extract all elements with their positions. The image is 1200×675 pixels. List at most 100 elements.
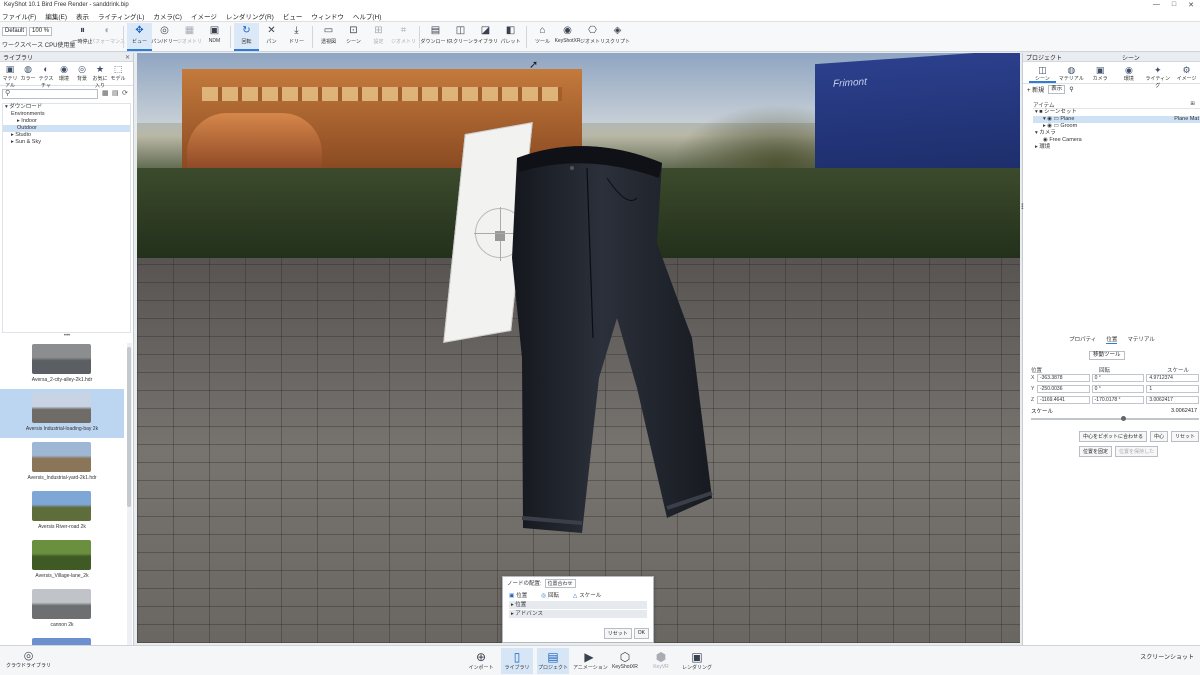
toolbar-button-3[interactable]: ◎ パン/ドリー (151, 23, 178, 51)
menu-render[interactable]: レンダリング(R) (226, 11, 274, 21)
close-icon[interactable]: ✕ (125, 54, 130, 61)
dialog-option-2[interactable]: △ スケール (573, 591, 601, 599)
library-tab-0[interactable]: ▣ マテリアル (1, 64, 19, 89)
library-tab-5[interactable]: ★ お気に入り (91, 64, 109, 89)
menu-window[interactable]: ウィンドウ (311, 11, 344, 21)
transform-field[interactable]: 0 ° (1091, 384, 1145, 393)
panel-resize-handle[interactable]: ••• (1018, 203, 1024, 209)
tree-item[interactable]: ▸ Indoor (3, 118, 130, 125)
columns-icon[interactable]: ⊞ (1190, 101, 1195, 108)
toolbar-button-20[interactable]: ◈ スクリプト (605, 23, 630, 51)
panel-splitter[interactable]: ••• (0, 333, 134, 339)
transform-field[interactable]: 4.9712374 (1146, 373, 1199, 382)
toolbar-button-19[interactable]: ⎔ ジオメトリ (580, 23, 605, 51)
center-button[interactable]: 中心 (1150, 431, 1169, 442)
transform-field[interactable]: 0 ° (1091, 373, 1145, 382)
transform-field[interactable]: -1169.4641 (1036, 395, 1090, 404)
menu-help[interactable]: ヘルプ(H) (353, 11, 382, 21)
dialog-section-advanced[interactable]: ▸ アドバンス (509, 610, 647, 618)
transform-field[interactable]: -170.0178 ° (1091, 395, 1145, 404)
environment-thumbnail[interactable]: Aversa_2-city-alley-2k1.hdr (0, 340, 124, 389)
uniform-scale-value[interactable]: 3.0062417 (1171, 408, 1197, 414)
render-viewport[interactable]: Frimont ノードの配置: 位置合わせ ▣ 位置 ◎ 回転 △ スケール ▸ 位置 ▸… (137, 53, 1020, 643)
environment-thumbnail[interactable]: Aversis Industrial-loading-bay 2k (0, 389, 124, 438)
zoom-select[interactable]: 100 % (29, 27, 53, 36)
tree-item[interactable]: ▸ Studio (3, 132, 130, 139)
list-view-icon[interactable]: ▤ (112, 89, 119, 97)
toolbar-button-8[interactable]: ⤓ ドリー (284, 23, 309, 51)
ribbon-button-3[interactable]: ▶ アニメーション (573, 648, 608, 674)
keep-position-button[interactable]: 位置を保持した (1115, 446, 1159, 457)
menu-viewmode[interactable]: ビュー (283, 11, 303, 21)
scene-tree-item[interactable]: ▸ 環境 (1033, 144, 1200, 151)
library-tab-6[interactable]: ⬚ モデル (109, 64, 127, 85)
toolbar-button-13[interactable]: ▤ ダウンロード (421, 23, 451, 51)
lock-position-button[interactable]: 位置を固定 (1079, 446, 1113, 457)
grid-view-icon[interactable]: ▦ (102, 89, 109, 97)
transform-field[interactable]: -363.3878 (1036, 373, 1090, 382)
menu-camera[interactable]: カメラ(C) (153, 11, 182, 21)
library-tab-3[interactable]: ◉ 環境 (55, 64, 73, 85)
scene-tree-item[interactable]: ◉ Free Camera (1033, 137, 1200, 144)
menu-image[interactable]: イメージ (191, 11, 217, 21)
move-tool-button[interactable]: 移動ツール (1089, 351, 1125, 360)
workspace-select[interactable]: Default (2, 27, 28, 36)
properties-subtab-2[interactable]: マテリアル (1127, 335, 1154, 343)
ribbon-button-6[interactable]: ▣ レンダリング (681, 648, 713, 674)
project-tab-4[interactable]: ✦ ライティング (1144, 65, 1171, 89)
thumbnail-scrollbar[interactable] (127, 343, 132, 675)
toolbar-button-5[interactable]: ▣ NDM (202, 23, 227, 51)
environment-thumbnail[interactable]: Aversis_Industrial-yard-2k1.hdr (0, 438, 124, 487)
environment-thumbnail[interactable]: cannon 2k (0, 585, 124, 634)
dialog-ok-button[interactable]: OK (633, 628, 649, 639)
menu-view[interactable]: 表示 (76, 11, 89, 21)
toolbar-button-17[interactable]: ⌂ ツール (530, 23, 555, 51)
toolbar-button-1[interactable]: ◐ パフォーマンス (90, 23, 125, 51)
toolbar-button-0[interactable]: ⏸ 一時停止 (70, 23, 95, 51)
dialog-option-0[interactable]: ▣ 位置 (509, 591, 527, 599)
toolbar-button-7[interactable]: ✕ パン (259, 23, 284, 51)
toolbar-button-16[interactable]: ◧ パレット (498, 23, 523, 51)
toolbar-button-18[interactable]: ◉ KeyShotXR (555, 23, 581, 51)
dialog-mode-select[interactable]: 位置合わせ (544, 578, 576, 588)
close-button[interactable]: ✕ (1188, 1, 1194, 9)
center-pivot-button[interactable]: 中心をピボットに合わせる (1079, 431, 1148, 442)
add-item-button[interactable]: + 新規 (1027, 85, 1044, 94)
environment-thumbnail[interactable]: Aversis River-road 2k (0, 487, 124, 536)
ribbon-button-1[interactable]: ▯ ライブラリ (501, 648, 533, 674)
toolbar-button-15[interactable]: ◪ ライブラリ (473, 23, 498, 51)
toolbar-button-11[interactable]: ⊞ 設定 (366, 23, 391, 51)
project-tab-1[interactable]: ◍ マテリアル (1058, 65, 1085, 83)
transform-field[interactable]: -250.0036 (1036, 384, 1090, 393)
menu-file[interactable]: ファイル(F) (2, 11, 36, 21)
tree-item[interactable]: ▸ Sun & Sky (3, 139, 130, 146)
properties-subtab-0[interactable]: プロパティ (1069, 335, 1096, 343)
toolbar-button-14[interactable]: ◫ スクリーン (448, 23, 473, 51)
toolbar-button-6[interactable]: ↻ 回転 (234, 23, 259, 51)
properties-subtab-1[interactable]: 位置 (1106, 335, 1118, 344)
scene-tree-item[interactable]: ▸ ◉ ▭ Groom (1033, 123, 1200, 130)
display-select[interactable]: 表示 (1048, 84, 1066, 94)
project-tab-3[interactable]: ◉ 環境 (1115, 65, 1142, 83)
project-tab-5[interactable]: ⚙ イメージ (1173, 65, 1200, 83)
cloud-library-button[interactable]: ◎ クラウドライブラリ (6, 650, 51, 669)
search-icon[interactable]: ⚲ (1069, 86, 1073, 93)
scene-tree-item[interactable]: ▾ ◉ ▭ Plane Plane Mat (1033, 116, 1200, 123)
reset-button[interactable]: リセット (1171, 431, 1200, 442)
ribbon-button-4[interactable]: ⬡ KeyShotXR (609, 648, 641, 674)
tree-item[interactable]: ▾ ダウンロード (3, 104, 130, 111)
scale-slider[interactable] (1031, 416, 1199, 421)
tree-item[interactable]: Environments (3, 111, 130, 118)
project-tab-2[interactable]: ▣ カメラ (1087, 65, 1114, 83)
dialog-section-position[interactable]: ▸ 位置 (509, 601, 647, 609)
ribbon-button-2[interactable]: ▤ プロジェクト (537, 648, 569, 674)
dialog-option-1[interactable]: ◎ 回転 (541, 591, 559, 599)
toolbar-button-2[interactable]: ✥ ビュー (127, 23, 152, 51)
menu-edit[interactable]: 編集(E) (45, 11, 67, 21)
trousers-model[interactable] (507, 138, 847, 588)
menu-lighting[interactable]: ライティング(L) (98, 11, 144, 21)
ribbon-button-0[interactable]: ⊕ インポート (465, 648, 497, 674)
library-search-input[interactable]: ⚲ (2, 89, 98, 99)
scene-tree-item[interactable]: ▾ ■ シーンセット (1033, 109, 1200, 116)
ribbon-button-5[interactable]: ⬢ KeyVR (645, 648, 677, 674)
